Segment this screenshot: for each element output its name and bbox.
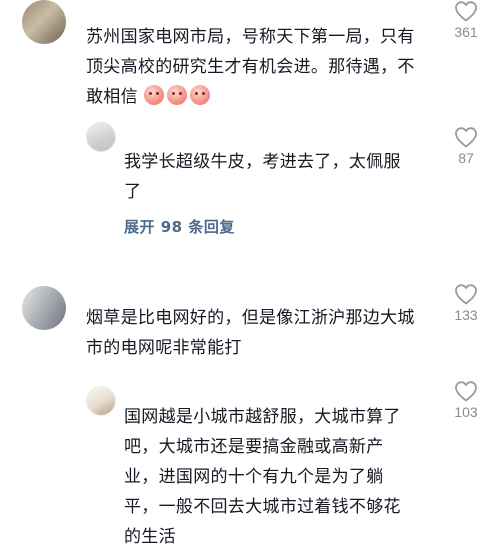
comment-line: 顶尖高校的研究生才有机会进。那待遇，不 — [86, 57, 415, 77]
like-count: 87 — [458, 150, 474, 166]
reply-line: 吧，大城市还是要搞金融或高新产 — [124, 437, 384, 457]
reply-line: 我学长超级牛皮，考进去了，太佩服 — [124, 152, 401, 172]
comment-line-with-emoji: 敢相信 — [86, 82, 446, 112]
emoji-group — [143, 82, 213, 112]
like-button[interactable]: 103 — [441, 380, 491, 420]
avatar[interactable] — [86, 122, 116, 152]
reply-text: 我学长超级牛皮，考进去了，太佩服 了 — [124, 147, 424, 207]
like-button[interactable]: 133 — [441, 283, 491, 323]
pig-emoji — [143, 85, 164, 105]
avatar[interactable] — [22, 286, 66, 330]
like-button[interactable]: 361 — [441, 0, 491, 40]
comment-line: 苏州国家电网市局，号称天下第一局，只有 — [86, 27, 415, 47]
heart-icon — [455, 127, 477, 148]
reply-line: 了 — [124, 182, 142, 202]
reply-text: 国网越是小城市越舒服，大城市算了 吧，大城市还是要搞金融或高新产 业，进国网的十… — [124, 402, 434, 552]
pig-emoji — [189, 85, 210, 105]
reply-line: 的生活 — [124, 527, 176, 547]
like-count: 361 — [454, 24, 478, 40]
like-button[interactable]: 87 — [441, 126, 491, 166]
comment-line: 烟草是比电网好的，但是像江浙沪那边大城 — [86, 308, 415, 328]
reply-line: 平，一般不回去大城市过着钱不够花 — [124, 497, 401, 517]
heart-icon — [455, 284, 477, 305]
heart-icon — [455, 1, 477, 22]
expand-replies-link[interactable]: 展开 98 条回复 — [124, 216, 235, 237]
comment-line: 敢相信 — [86, 87, 138, 107]
reply-line: 业，进国网的十个有九个是为了躺 — [124, 467, 384, 487]
comment-text: 烟草是比电网好的，但是像江浙沪那边大城 市的电网呢非常能打 — [86, 303, 446, 363]
like-count: 133 — [454, 307, 478, 323]
avatar[interactable] — [22, 0, 66, 44]
comment-text: 苏州国家电网市局，号称天下第一局，只有 顶尖高校的研究生才有机会进。那待遇，不 … — [86, 22, 446, 112]
avatar[interactable] — [86, 386, 116, 416]
reply-line: 国网越是小城市越舒服，大城市算了 — [124, 407, 401, 427]
heart-icon — [455, 381, 477, 402]
pig-emoji — [166, 85, 187, 105]
comment-line: 市的电网呢非常能打 — [86, 338, 242, 358]
like-count: 103 — [454, 404, 478, 420]
